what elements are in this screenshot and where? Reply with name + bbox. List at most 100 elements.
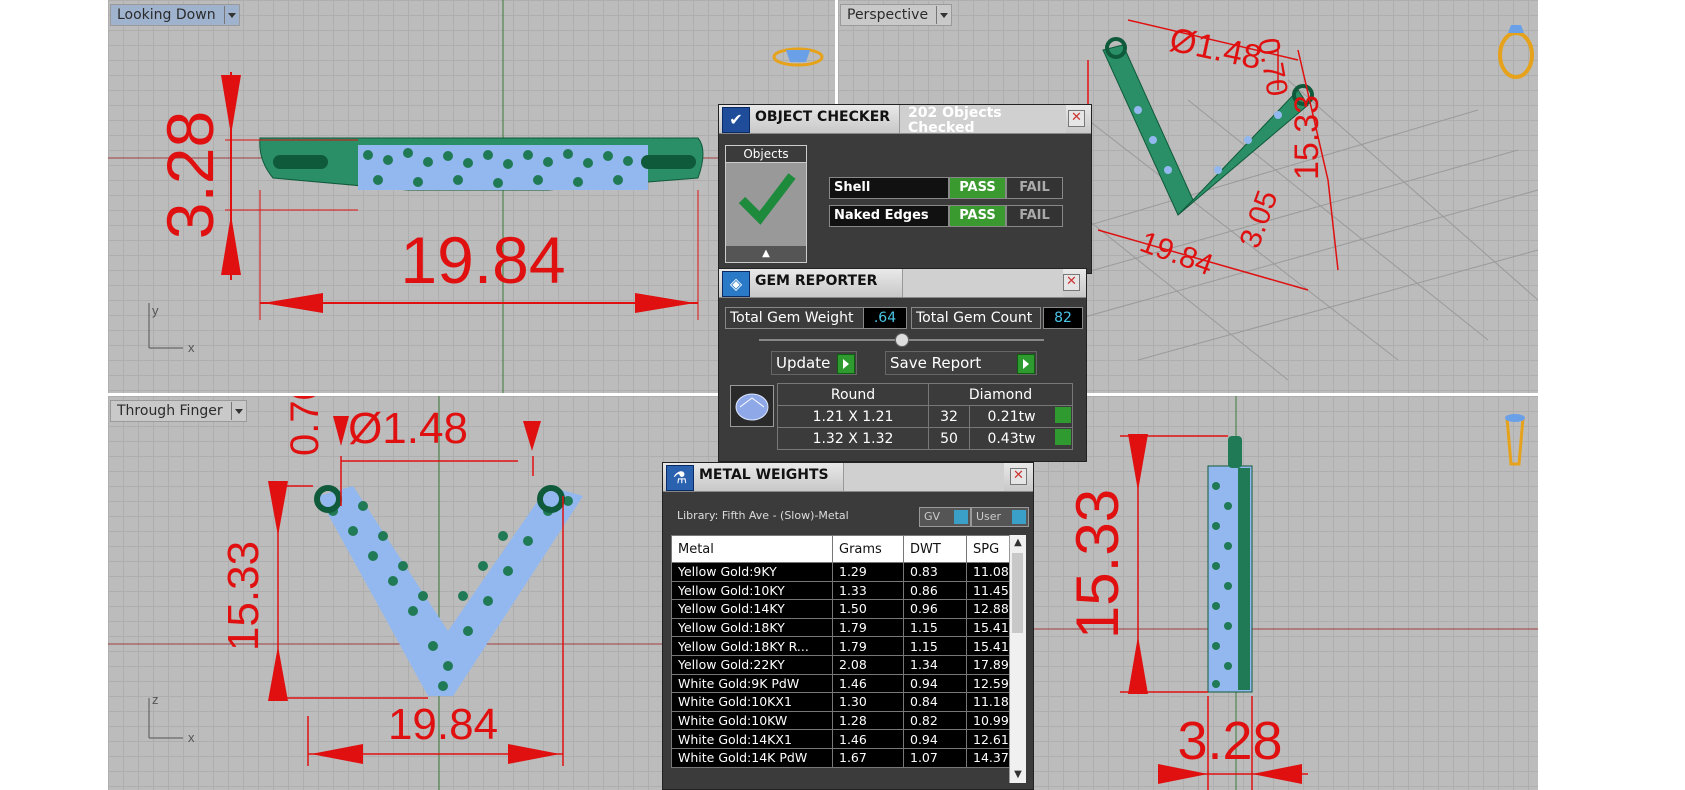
close-icon[interactable]: ✕: [1063, 274, 1080, 291]
update-button[interactable]: Update: [771, 351, 857, 375]
grams-cell: 1.79: [832, 617, 904, 638]
chevron-up-icon[interactable]: ▲: [726, 246, 806, 262]
table-row[interactable]: White Gold:9K PdW 1.46 0.94 12.59: [671, 673, 1015, 694]
dwt-cell: 0.84: [903, 692, 967, 712]
user-toggle[interactable]: User: [971, 507, 1029, 527]
gem-tw: 0.43tw: [987, 430, 1036, 447]
check-ok-icon: [736, 168, 796, 228]
pass-indicator: PASS: [949, 177, 1006, 199]
round-gem-icon: [730, 385, 774, 427]
grams-cell: 1.28: [832, 710, 904, 731]
column-header[interactable]: Grams: [832, 535, 904, 563]
axis-z-label: z: [152, 692, 159, 707]
user-label: User: [976, 510, 1002, 523]
dwt-cell: 0.86: [903, 580, 967, 601]
dwt-cell: 1.07: [903, 747, 967, 768]
toggle-icon: [954, 510, 968, 524]
spg-cell: 12.88: [966, 599, 1015, 619]
scrollbar-thumb[interactable]: [1012, 553, 1023, 633]
dim-width-label: 19.84: [400, 223, 565, 297]
metal-name: Yellow Gold:22KY: [671, 654, 833, 675]
material-header: Diamond: [928, 383, 1073, 406]
axis-y-label: y: [152, 303, 159, 318]
vertical-scrollbar[interactable]: ▲ ▼: [1009, 535, 1026, 783]
checkmark-icon: ✔: [722, 107, 750, 133]
gem-tw-cell: 0.43tw: [969, 427, 1073, 450]
grams-cell: 2.08: [832, 654, 904, 675]
dim-small-label: 0.70: [1251, 35, 1294, 98]
chevron-down-icon[interactable]: ▼: [1010, 767, 1026, 783]
grams-cell: 1.46: [832, 673, 904, 694]
column-header[interactable]: Metal: [671, 535, 833, 563]
spg-cell: 17.89: [966, 654, 1015, 675]
column-header[interactable]: SPG: [966, 535, 1015, 563]
dim-width-label: 19.84: [388, 700, 498, 749]
table-row[interactable]: Yellow Gold:22KY 2.08 1.34 17.89: [671, 654, 1015, 675]
column-header[interactable]: DWT: [903, 535, 967, 563]
axis-x-label: x: [188, 730, 195, 745]
gem-table: Round Diamond 1.21 X 1.21 32 0.21tw 1.32…: [777, 383, 1073, 450]
table-row[interactable]: Yellow Gold:10KY 1.33 0.86 11.45: [671, 580, 1015, 601]
gem-size: 1.21 X 1.21: [777, 405, 929, 428]
dwt-cell: 1.15: [903, 617, 967, 638]
total-count-value: 82: [1043, 307, 1083, 329]
objects-box[interactable]: Objects ▲: [725, 145, 807, 263]
table-row[interactable]: White Gold:10KW 1.28 0.82 10.99: [671, 710, 1015, 731]
pendant-view-icon[interactable]: [1505, 414, 1525, 466]
play-icon[interactable]: [1055, 407, 1071, 423]
gv-label: GV: [924, 510, 941, 523]
spg-cell: 12.59: [966, 673, 1015, 694]
grams-cell: 1.29: [832, 562, 904, 582]
total-weight-label: Total Gem Weight: [725, 307, 865, 329]
play-icon: [837, 354, 855, 374]
spg-cell: 10.99: [966, 710, 1015, 731]
spg-cell: 14.37: [966, 747, 1015, 768]
table-row[interactable]: Yellow Gold:18KY 1.79 1.15 15.41: [671, 617, 1015, 638]
gem-tw-cell: 0.21tw: [969, 405, 1073, 428]
library-label: Library: Fifth Ave - (Slow)-Metal: [677, 509, 849, 522]
check-label: Shell: [829, 177, 949, 199]
table-row[interactable]: Yellow Gold:9KY 1.29 0.83 11.08: [671, 562, 1015, 582]
metal-name: White Gold:9K PdW: [671, 673, 833, 694]
spg-cell: 11.08: [966, 562, 1015, 582]
dim-small-label: 0.70: [283, 396, 327, 456]
chevron-up-icon[interactable]: ▲: [1010, 535, 1026, 551]
table-row[interactable]: White Gold:14KX1 1.46 0.94 12.61: [671, 729, 1015, 749]
close-icon[interactable]: ✕: [1010, 468, 1027, 485]
slider-handle[interactable]: [895, 333, 909, 347]
dwt-cell: 1.34: [903, 654, 967, 675]
ring-view-icon[interactable]: [1498, 25, 1534, 79]
table-row[interactable]: White Gold:14K PdW 1.67 1.07 14.37: [671, 747, 1015, 768]
gv-toggle[interactable]: GV: [919, 507, 971, 527]
save-report-button[interactable]: Save Report: [885, 351, 1037, 375]
dwt-cell: 0.96: [903, 599, 967, 619]
update-label: Update: [776, 354, 831, 372]
spg-cell: 12.61: [966, 729, 1015, 749]
objects-label: Objects: [726, 146, 806, 163]
table-row[interactable]: White Gold:10KX1 1.30 0.84 11.18: [671, 692, 1015, 712]
dim-height-label: 15.33: [1288, 95, 1326, 180]
metal-weights-titlebar[interactable]: ⚗ METAL WEIGHTS ✕: [663, 463, 1033, 492]
close-icon[interactable]: ✕: [1068, 110, 1085, 127]
play-icon[interactable]: [1055, 429, 1071, 445]
dim-height-label: 3.28: [153, 111, 227, 239]
gem-reporter-titlebar[interactable]: ◈ GEM REPORTER ✕: [719, 269, 1086, 298]
table-row[interactable]: Yellow Gold:14KY 1.50 0.96 12.88: [671, 599, 1015, 619]
objects-checked-summary: 202 Objects Checked: [908, 105, 1002, 136]
object-checker-titlebar[interactable]: ✔ OBJECT CHECKER 202 Objects Checked ✕: [719, 105, 1091, 136]
dim-height-label: 15.33: [1064, 489, 1131, 639]
flask-icon: ⚗: [666, 465, 694, 491]
dim-width-label: 3.28: [1177, 711, 1282, 771]
gem-view-icon[interactable]: [772, 47, 824, 67]
dwt-cell: 0.82: [903, 710, 967, 731]
dwt-cell: 1.15: [903, 636, 967, 656]
metal-name: White Gold:14K PdW: [671, 747, 833, 768]
grams-cell: 1.30: [832, 692, 904, 712]
panel-title: OBJECT CHECKER: [755, 109, 891, 125]
shell-check-row: Shell PASS FAIL: [829, 177, 1063, 199]
metal-name: White Gold:10KW: [671, 710, 833, 731]
gem-count: 32: [928, 405, 970, 428]
grams-cell: 1.50: [832, 599, 904, 619]
table-row[interactable]: Yellow Gold:18KY R... 1.79 1.15 15.41: [671, 636, 1015, 656]
dwt-cell: 0.94: [903, 673, 967, 694]
